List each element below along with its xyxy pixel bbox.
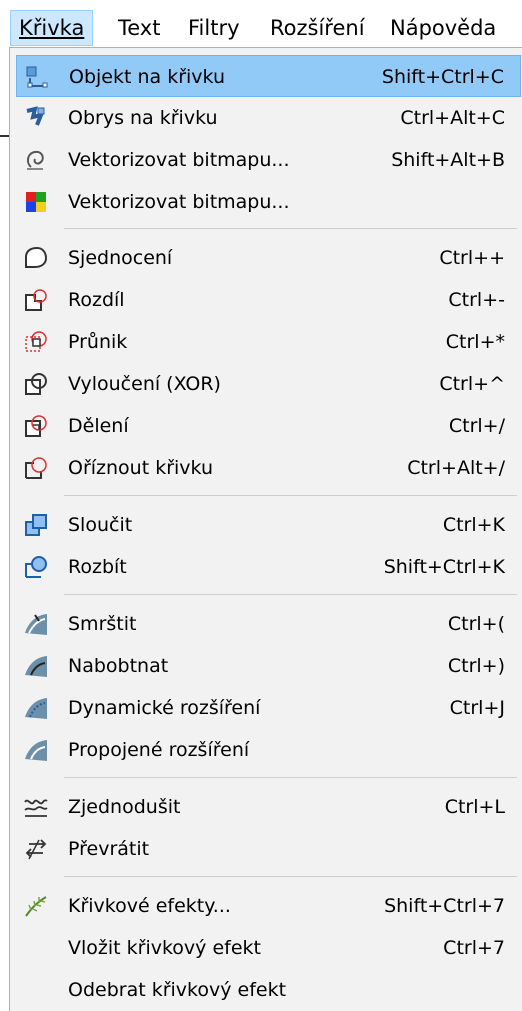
- menu-item-shortcut: Shift+Ctrl+K: [383, 556, 505, 578]
- trace-bitmap-icon: [26, 150, 44, 170]
- menu-item-cut-path[interactable]: Oříznout křivku Ctrl+Alt+/: [16, 447, 521, 489]
- path-outset-icon: [25, 656, 47, 677]
- menu-item-label: Nabobtnat: [68, 655, 169, 677]
- menu-item-label: Sjednocení: [68, 247, 173, 269]
- path-offset-linked-icon: [25, 740, 47, 761]
- menu-item-shortcut: Ctrl+J: [449, 697, 505, 719]
- path-exclusion-icon: [25, 373, 47, 395]
- path-difference-icon: [25, 289, 47, 311]
- menu-filtry-label: Filtry: [188, 16, 240, 40]
- menu-krivka-label: Křivka: [19, 16, 85, 40]
- menu-item-reverse[interactable]: Převrátit: [16, 828, 521, 870]
- menu-item-shortcut: Ctrl+L: [444, 796, 505, 818]
- menu-item-dynamic-offset[interactable]: Dynamické rozšíření Ctrl+J: [16, 687, 521, 729]
- menu-item-simplify[interactable]: Zjednodušit Ctrl+L: [16, 786, 521, 828]
- trace-pixel-art-icon: [26, 192, 46, 212]
- krivka-dropdown-menu: Objekt na křivku Shift+Ctrl+C Obrys na k…: [9, 47, 522, 1011]
- menu-item-break-apart[interactable]: Rozbít Shift+Ctrl+K: [16, 546, 521, 588]
- menu-item-label: Propojené rozšíření: [68, 739, 250, 761]
- menu-item-shortcut: Shift+Alt+B: [391, 149, 505, 171]
- menu-item-label: Vektorizovat bitmapu...: [68, 191, 290, 213]
- menu-item-label: Křivkové efekty...: [68, 895, 231, 917]
- menu-item-label: Odebrat křivkový efekt: [68, 979, 287, 1001]
- stroke-to-path-icon: [26, 106, 45, 126]
- menu-item-label: Rozdíl: [68, 289, 125, 311]
- path-intersection-icon: [25, 331, 47, 352]
- menu-bar: Křivka Text Filtry Rozšíření Nápověda: [0, 0, 522, 52]
- menu-item-label: Dělení: [68, 415, 129, 437]
- menu-rozsireni[interactable]: Rozšíření: [262, 10, 373, 46]
- menu-item-label: Vyloučení (XOR): [68, 373, 221, 395]
- menu-item-union[interactable]: Sjednocení Ctrl++: [16, 237, 521, 279]
- path-combine-icon: [25, 514, 47, 536]
- menu-item-shortcut: Ctrl++: [439, 247, 505, 269]
- menu-item-label: Průnik: [68, 331, 128, 353]
- menu-item-exclusion[interactable]: Vyloučení (XOR) Ctrl+^: [16, 363, 521, 405]
- menu-item-shortcut: Ctrl+*: [445, 331, 505, 353]
- menu-item-shortcut: Shift+Ctrl+7: [384, 895, 505, 917]
- menu-separator: [64, 495, 517, 496]
- menu-item-shortcut: Ctrl+7: [443, 937, 505, 959]
- menu-item-intersection[interactable]: Průnik Ctrl+*: [16, 321, 521, 363]
- menu-napoveda[interactable]: Nápověda: [382, 10, 504, 46]
- path-break-apart-icon: [25, 556, 47, 578]
- path-division-icon: [25, 415, 47, 437]
- menu-item-label: Převrátit: [68, 838, 150, 860]
- canvas-edge-line: [0, 135, 9, 137]
- menu-item-shortcut: Ctrl+/: [448, 415, 505, 437]
- menu-separator: [64, 777, 517, 778]
- menu-item-label: Smrštit: [68, 613, 137, 635]
- path-effects-icon: [25, 896, 47, 917]
- menu-item-shortcut: Ctrl+): [447, 655, 505, 677]
- path-union-icon: [25, 246, 48, 268]
- menu-item-shortcut: Shift+Ctrl+C: [381, 66, 504, 88]
- menu-item-label: Zjednodušit: [68, 796, 181, 818]
- menu-rozsireni-label: Rozšíření: [270, 16, 365, 40]
- menu-item-path-effects[interactable]: Křivkové efekty... Shift+Ctrl+7: [16, 885, 521, 927]
- menu-item-combine[interactable]: Sloučit Ctrl+K: [16, 504, 521, 546]
- menu-item-shortcut: Ctrl+Alt+/: [407, 457, 505, 479]
- menu-item-label: Obrys na křivku: [68, 107, 218, 129]
- path-offset-dynamic-icon: [25, 698, 47, 719]
- menu-item-trace-bitmap[interactable]: Vektorizovat bitmapu... Shift+Alt+B: [16, 139, 521, 181]
- menu-filtry[interactable]: Filtry: [180, 10, 248, 46]
- path-inset-icon: [25, 614, 47, 635]
- menu-separator: [64, 594, 517, 595]
- menu-item-shortcut: Ctrl+K: [442, 514, 505, 536]
- menu-item-label: Dynamické rozšíření: [68, 697, 261, 719]
- menu-item-shortcut: Ctrl+(: [447, 613, 505, 635]
- menu-item-label: Sloučit: [68, 514, 133, 536]
- menu-napoveda-label: Nápověda: [390, 16, 497, 40]
- menu-text[interactable]: Text: [110, 10, 168, 46]
- menu-item-label: Vložit křivkový efekt: [68, 937, 261, 959]
- menu-text-label: Text: [118, 16, 161, 40]
- menu-item-object-to-path[interactable]: Objekt na křivku Shift+Ctrl+C: [16, 55, 521, 97]
- menu-item-paste-path-effect[interactable]: Vložit křivkový efekt Ctrl+7: [16, 927, 521, 969]
- menu-item-label: Rozbít: [68, 556, 127, 578]
- menu-item-shortcut: Ctrl+^: [439, 373, 505, 395]
- menu-item-division[interactable]: Dělení Ctrl+/: [16, 405, 521, 447]
- path-cut-icon: [25, 457, 47, 479]
- menu-item-stroke-to-path[interactable]: Obrys na křivku Ctrl+Alt+C: [16, 97, 521, 139]
- menu-separator: [64, 228, 517, 229]
- menu-item-label: Oříznout křivku: [68, 457, 214, 479]
- menu-separator: [64, 876, 517, 877]
- path-reverse-icon: [25, 839, 47, 860]
- menu-item-remove-path-effect[interactable]: Odebrat křivkový efekt: [16, 969, 521, 1011]
- path-simplify-icon: [24, 799, 48, 817]
- menu-item-label: Objekt na křivku: [69, 66, 225, 88]
- menu-item-difference[interactable]: Rozdíl Ctrl+-: [16, 279, 521, 321]
- menu-item-inset[interactable]: Smrštit Ctrl+(: [16, 603, 521, 645]
- menu-item-linked-offset[interactable]: Propojené rozšíření: [16, 729, 521, 771]
- menu-item-shortcut: Ctrl+Alt+C: [400, 107, 505, 129]
- menu-item-trace-pixel-art[interactable]: Vektorizovat bitmapu...: [16, 181, 521, 223]
- menu-item-outset[interactable]: Nabobtnat Ctrl+): [16, 645, 521, 687]
- menu-item-shortcut: Ctrl+-: [448, 289, 505, 311]
- object-to-path-icon: [26, 66, 48, 88]
- menu-item-label: Vektorizovat bitmapu...: [68, 149, 290, 171]
- menu-krivka[interactable]: Křivka: [10, 10, 94, 46]
